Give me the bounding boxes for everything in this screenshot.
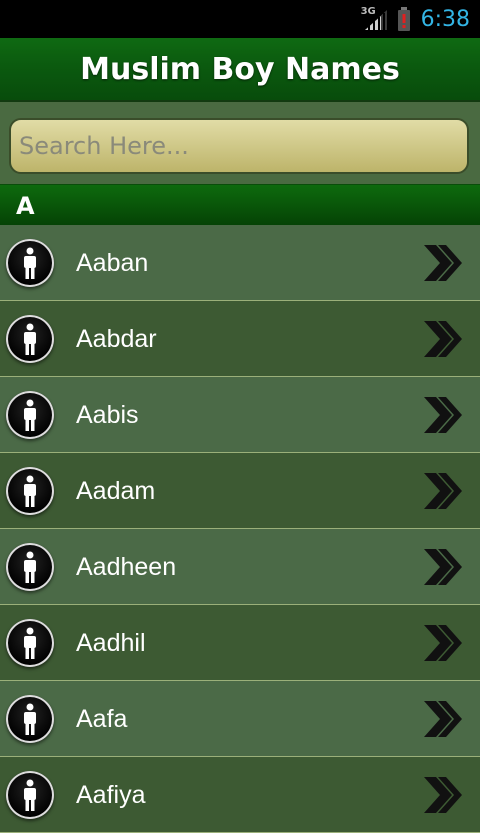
names-list: Aaban Aabdar Aabis Aadam Aadheen Aadhil: [0, 225, 480, 833]
chevron-right-icon: [424, 245, 462, 281]
person-icon: [6, 239, 54, 287]
name-label: Aafiya: [76, 781, 146, 809]
person-icon: [6, 543, 54, 591]
name-label: Aaban: [76, 249, 149, 277]
chevron-right-icon: [424, 701, 462, 737]
name-label: Aabdar: [76, 325, 157, 353]
status-bar: 3G 6:38: [0, 0, 480, 38]
name-label: Aadheen: [76, 553, 177, 581]
person-icon: [6, 467, 54, 515]
section-header: A: [0, 184, 480, 226]
person-icon: [6, 695, 54, 743]
signal-icon: 3G: [361, 6, 387, 32]
search-area: [0, 102, 480, 184]
list-item[interactable]: Aabis: [0, 377, 480, 453]
list-item[interactable]: Aadhil: [0, 605, 480, 681]
name-label: Aabis: [76, 401, 139, 429]
list-item[interactable]: Aadheen: [0, 529, 480, 605]
list-item[interactable]: Aafiya: [0, 757, 480, 833]
list-item[interactable]: Aabdar: [0, 301, 480, 377]
page-title: Muslim Boy Names: [80, 51, 400, 87]
chevron-right-icon: [424, 397, 462, 433]
name-label: Aadam: [76, 477, 156, 505]
name-label: Aafa: [76, 705, 128, 733]
list-item[interactable]: Aafa: [0, 681, 480, 757]
person-icon: [6, 391, 54, 439]
chevron-right-icon: [424, 549, 462, 585]
chevron-right-icon: [424, 625, 462, 661]
list-item[interactable]: Aadam: [0, 453, 480, 529]
person-icon: [6, 619, 54, 667]
chevron-right-icon: [424, 777, 462, 813]
chevron-right-icon: [424, 473, 462, 509]
status-time: 6:38: [420, 6, 470, 32]
list-item[interactable]: Aaban: [0, 225, 480, 301]
section-letter: A: [16, 192, 35, 220]
person-icon: [6, 315, 54, 363]
person-icon: [6, 771, 54, 819]
battery-alert-icon: [397, 7, 411, 31]
search-input[interactable]: [9, 118, 469, 174]
chevron-right-icon: [424, 321, 462, 357]
name-label: Aadhil: [76, 629, 146, 657]
title-bar: Muslim Boy Names: [0, 38, 480, 102]
